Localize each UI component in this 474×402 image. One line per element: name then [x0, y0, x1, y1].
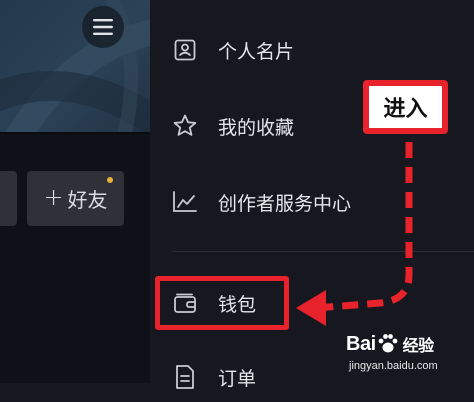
banner-pattern — [0, 0, 150, 132]
menu-item-creator-center[interactable]: 创作者服务中心 — [150, 177, 474, 227]
watermark-brand: Bai — [346, 332, 376, 355]
document-icon — [172, 364, 198, 390]
plus-icon: + — [43, 183, 64, 211]
profile-header-banner — [0, 0, 150, 132]
menu-item-label: 我的收藏 — [218, 116, 295, 139]
hamburger-icon — [93, 19, 113, 35]
divider — [172, 251, 474, 252]
notification-dot — [107, 177, 113, 183]
watermark-logo: Bai 经验 — [346, 332, 434, 356]
annotation-label-text: 进入 — [369, 86, 442, 128]
line-chart-icon — [172, 189, 198, 215]
menu-button[interactable] — [82, 6, 124, 48]
menu-item-label: 订单 — [218, 367, 257, 390]
menu-item-label: 个人名片 — [218, 40, 295, 63]
background-app-panel: + 好友 — [0, 0, 150, 383]
menu-item-business-card[interactable]: 个人名片 — [150, 25, 474, 75]
annotation-label: 进入 — [363, 80, 448, 134]
watermark-url: jingyan.baidu.com — [349, 360, 438, 372]
menu-item-label: 创作者服务中心 — [218, 192, 352, 215]
watermark-brand-suffix: 经验 — [402, 338, 435, 355]
add-friend-label: 好友 — [67, 188, 108, 212]
watermark: Bai 经验 jingyan.baidu.com — [346, 330, 470, 380]
highlight-box — [155, 276, 289, 330]
partial-button[interactable] — [0, 171, 17, 226]
star-icon — [172, 113, 198, 139]
paw-icon — [378, 334, 398, 353]
id-card-icon — [172, 37, 198, 63]
divider — [0, 132, 150, 134]
